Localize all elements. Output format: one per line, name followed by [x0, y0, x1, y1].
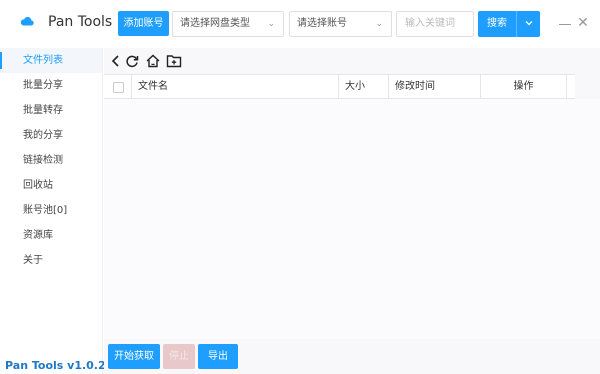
close-icon[interactable]: ✕	[576, 16, 590, 30]
start-fetch-button[interactable]: 开始获取	[108, 344, 160, 369]
version-label: Pan Tools v1.0.2	[5, 359, 106, 372]
sidebar-item-resource-library[interactable]: 资源库	[0, 223, 102, 248]
column-header-modified[interactable]: 修改时间	[389, 75, 481, 100]
refresh-icon[interactable]	[124, 53, 140, 69]
column-header-name[interactable]: 文件名	[132, 75, 339, 100]
account-select-value: 请选择账号	[297, 18, 347, 29]
minimize-icon[interactable]	[559, 24, 571, 25]
add-account-button[interactable]: 添加账号	[118, 11, 169, 36]
sidebar-item-recycle-bin[interactable]: 回收站	[0, 173, 102, 198]
select-all-cell	[104, 75, 132, 100]
pan-type-select-value: 请选择网盘类型	[180, 18, 250, 29]
stop-button[interactable]: 停止	[163, 344, 195, 369]
search-dropdown-button[interactable]	[516, 11, 540, 37]
file-toolbar	[104, 48, 600, 74]
back-icon[interactable]	[108, 53, 124, 69]
sidebar-item-batch-transfer[interactable]: 批量转存	[0, 98, 102, 123]
sidebar-item-my-shares[interactable]: 我的分享	[0, 123, 102, 148]
select-all-checkbox[interactable]	[113, 82, 124, 93]
export-button[interactable]: 导出	[198, 344, 238, 369]
main-panel: 文件名 大小 修改时间 操作 开始获取 停止 导出	[104, 48, 600, 374]
new-folder-icon[interactable]	[166, 53, 182, 69]
app-title: Pan Tools	[48, 14, 113, 30]
search-button[interactable]: 搜索	[478, 11, 516, 37]
keyword-input[interactable]: 输入关键词	[396, 11, 474, 37]
sidebar-item-batch-share[interactable]: 批量分享	[0, 73, 102, 98]
chevron-down-icon: ⌄	[375, 19, 383, 29]
file-table-header: 文件名 大小 修改时间 操作	[104, 74, 575, 100]
sidebar-item-file-list[interactable]: 文件列表	[0, 48, 102, 73]
sidebar: 文件列表 批量分享 批量转存 我的分享 链接检测 回收站 账号池[0] 资源库 …	[0, 48, 103, 374]
file-table-body	[104, 99, 600, 339]
pan-type-select[interactable]: 请选择网盘类型 ⌄	[172, 11, 284, 37]
sidebar-item-link-check[interactable]: 链接检测	[0, 148, 102, 173]
chevron-down-icon: ⌄	[267, 19, 275, 29]
cloud-logo-icon	[20, 16, 34, 26]
chevron-down-icon	[525, 21, 532, 26]
column-header-actions: 操作	[481, 75, 567, 100]
column-header-size[interactable]: 大小	[339, 75, 389, 100]
sidebar-item-about[interactable]: 关于	[0, 248, 102, 273]
sidebar-item-account-pool[interactable]: 账号池[0]	[0, 198, 102, 223]
home-icon[interactable]	[145, 53, 161, 69]
top-bar: Pan Tools 添加账号 请选择网盘类型 ⌄ 请选择账号 ⌄ 输入关键词 搜…	[0, 0, 600, 48]
account-select[interactable]: 请选择账号 ⌄	[289, 11, 392, 37]
